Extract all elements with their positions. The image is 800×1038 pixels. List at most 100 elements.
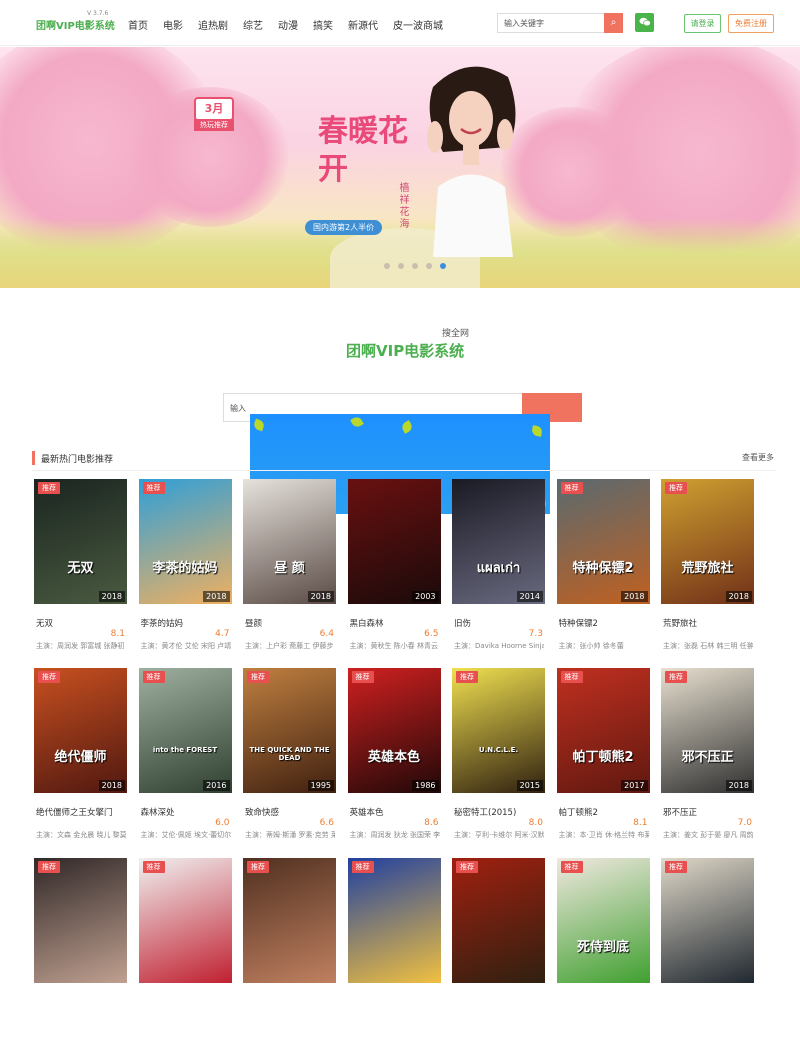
hero-banner[interactable]: 3月 热玩推荐 春暖花开 樯祥花海 国内游第2人半价 bbox=[0, 47, 800, 288]
poster-title-art: 李茶的姑妈 bbox=[152, 561, 218, 576]
movie-poster[interactable]: 荒野旅社 推荐 2018 bbox=[661, 479, 754, 604]
movie-poster[interactable]: 推荐 bbox=[138, 858, 232, 983]
slide-dot[interactable] bbox=[398, 263, 404, 269]
recommend-tag: 推荐 bbox=[38, 671, 60, 683]
movie-card[interactable]: 2003 黑白森林 6.5 主演：黄秋生 陈小春 林青云 ... bbox=[346, 479, 443, 659]
poster-title-art: แผลเก่า bbox=[476, 561, 521, 576]
recommend-tag: 推荐 bbox=[560, 861, 583, 873]
nav-item-shop[interactable]: 皮一波商城 bbox=[393, 17, 443, 32]
movie-poster[interactable]: 邪不压正 推荐 2018 bbox=[661, 668, 754, 793]
movie-title[interactable]: 李茶的姑妈 bbox=[141, 617, 231, 629]
movie-poster[interactable]: 特种保镖2 推荐 2018 bbox=[556, 479, 650, 604]
movie-title[interactable]: 英雄本色 bbox=[350, 806, 440, 818]
year-badge: 2018 bbox=[307, 591, 334, 602]
movie-card[interactable]: 荒野旅社 推荐 2018 荒野旅社 主演：张磊 石林 韩三明 任翀 ... bbox=[659, 479, 756, 659]
view-more-link[interactable]: 查看更多 bbox=[742, 452, 774, 463]
movie-card[interactable]: 邪不压正 推荐 2018 邪不压正 7.0 主演：姜文 彭于晏 廖凡 周韵 ..… bbox=[659, 668, 756, 848]
movie-cast: 主演：文森 金允晨 晓儿 黎莫... bbox=[36, 831, 126, 839]
movie-poster[interactable]: 推荐 bbox=[347, 858, 441, 983]
movie-title[interactable]: 无双 bbox=[36, 617, 126, 629]
poster-title-art: THE QUICK AND THE DEAD bbox=[249, 746, 330, 762]
movie-cast: 主演：艾伦·佩姬 埃文·蕾切尔·... bbox=[140, 831, 231, 839]
movie-title[interactable]: 帕丁顿熊2 bbox=[559, 806, 649, 818]
nav-item-new-source[interactable]: 新源代 bbox=[348, 17, 378, 32]
movie-score: 8.1 bbox=[633, 818, 648, 828]
movie-poster[interactable]: U.N.C.L.E. 推荐 2015 bbox=[452, 668, 545, 793]
movie-card[interactable]: 无双 推荐 2018 无双 8.1 主演：周润发 郭富城 张静初 ... bbox=[32, 479, 129, 659]
slide-dot[interactable] bbox=[412, 263, 418, 269]
movie-poster[interactable]: 绝代僵师 推荐 2018 bbox=[34, 668, 127, 793]
movie-title[interactable]: 森林深处 bbox=[141, 806, 231, 818]
slide-dot-active[interactable] bbox=[440, 263, 446, 269]
slide-dot[interactable] bbox=[384, 263, 390, 269]
movie-card[interactable]: 推荐 bbox=[659, 858, 756, 1038]
movie-poster[interactable]: 李茶的姑妈 推荐 2018 bbox=[138, 479, 232, 604]
movie-card[interactable]: 推荐 bbox=[241, 858, 338, 1038]
movie-card[interactable]: into the FOREST 推荐 2016 森林深处 6.0 主演：艾伦·佩… bbox=[137, 668, 234, 848]
movie-title[interactable]: 旧伤 bbox=[454, 617, 544, 629]
movie-title[interactable]: 特种保镖2 bbox=[559, 617, 649, 629]
nav-item-variety[interactable]: 综艺 bbox=[243, 17, 263, 32]
movie-card[interactable]: แผลเก่า 2014 旧伤 7.3 主演：Davika Hoorne Sin… bbox=[450, 479, 547, 659]
movie-card[interactable]: 特种保镖2 推荐 2018 特种保镖2 主演：张小帅 徐冬蕾 bbox=[555, 479, 652, 659]
movie-poster[interactable]: 帕丁顿熊2 推荐 2017 bbox=[556, 668, 650, 793]
movie-poster[interactable]: 英雄本色 推荐 1986 bbox=[347, 668, 441, 793]
header-search-button[interactable]: ⌕ bbox=[604, 13, 623, 33]
movie-card[interactable]: 推荐 bbox=[137, 858, 234, 1038]
movie-title[interactable]: 秘密特工(2015) bbox=[454, 806, 544, 818]
movie-card[interactable]: THE QUICK AND THE DEAD 推荐 1995 致命快感 6.6 … bbox=[241, 668, 338, 848]
year-badge: 1995 bbox=[307, 780, 334, 791]
site-logo[interactable]: 团啊VIP电影系统 bbox=[36, 17, 115, 32]
poster-title-art: 死侍到底 bbox=[576, 940, 629, 955]
movie-card[interactable]: 推荐 bbox=[346, 858, 443, 1038]
header-search-input[interactable]: 输入关键字 bbox=[497, 13, 605, 33]
wechat-button[interactable] bbox=[635, 13, 654, 32]
nav-item-comedy[interactable]: 搞笑 bbox=[313, 17, 333, 32]
movie-card[interactable]: U.N.C.L.E. 推荐 2015 秘密特工(2015) 8.0 主演：亨利·… bbox=[450, 668, 547, 848]
movie-title[interactable]: 致命快感 bbox=[245, 806, 335, 818]
month-badge: 3月 热玩推荐 bbox=[194, 97, 234, 131]
movie-title[interactable]: 昼颜 bbox=[245, 617, 335, 629]
movie-card[interactable]: 英雄本色 推荐 1986 英雄本色 8.6 主演：周润发 狄龙 张国荣 李... bbox=[346, 668, 443, 848]
register-button[interactable]: 免费注册 bbox=[728, 14, 774, 33]
slide-dot[interactable] bbox=[426, 263, 432, 269]
movie-poster[interactable]: 2003 bbox=[347, 479, 441, 604]
movie-poster[interactable]: 推荐 bbox=[661, 858, 754, 983]
nav-item-home[interactable]: 首页 bbox=[128, 17, 148, 32]
recommend-tag: 推荐 bbox=[560, 671, 583, 683]
movie-score: 6.0 bbox=[215, 818, 230, 828]
nav-item-anime[interactable]: 动漫 bbox=[278, 17, 298, 32]
movie-title[interactable]: 绝代僵师之王女擎门 bbox=[36, 806, 126, 818]
movie-poster[interactable]: 昼 颜 2018 bbox=[243, 479, 336, 604]
login-button[interactable]: 请登录 bbox=[684, 14, 721, 33]
movie-poster[interactable]: 推荐 bbox=[452, 858, 545, 983]
movie-poster[interactable]: 死侍到底 推荐 bbox=[556, 858, 650, 983]
movie-card[interactable]: 李茶的姑妈 推荐 2018 李茶的姑妈 4.7 主演：黄才伦 艾伦 宋阳 卢靖.… bbox=[137, 479, 234, 659]
banner-promo: 国内游第2人半价 bbox=[305, 220, 383, 235]
nav-item-movies[interactable]: 电影 bbox=[163, 17, 183, 32]
movie-card[interactable]: 死侍到底 推荐 bbox=[555, 858, 652, 1038]
movie-poster[interactable]: 无双 推荐 2018 bbox=[34, 479, 127, 604]
movie-card[interactable]: 绝代僵师 推荐 2018 绝代僵师之王女擎门 主演：文森 金允晨 晓儿 黎莫..… bbox=[32, 668, 129, 848]
leaf-decoration bbox=[252, 418, 266, 432]
poster-title-art: 荒野旅社 bbox=[681, 561, 734, 576]
movie-card[interactable]: 帕丁顿熊2 推荐 2017 帕丁顿熊2 8.1 主演：本·卫肖 休·格兰特 布莱… bbox=[555, 668, 652, 848]
nav-item-dramas[interactable]: 追热剧 bbox=[198, 17, 228, 32]
movie-title[interactable]: 邪不压正 bbox=[663, 806, 753, 818]
movie-poster[interactable]: 推荐 bbox=[243, 858, 336, 983]
movie-card[interactable]: 推荐 bbox=[32, 858, 129, 1038]
movie-cast: 主演：张磊 石林 韩三明 任翀 ... bbox=[663, 642, 753, 650]
model-illustration bbox=[427, 66, 516, 257]
movie-poster[interactable]: into the FOREST 推荐 2016 bbox=[138, 668, 232, 793]
recommend-tag: 推荐 bbox=[456, 671, 478, 683]
movie-card[interactable]: 推荐 bbox=[450, 858, 547, 1038]
leaf-decoration bbox=[350, 415, 364, 429]
movie-title[interactable]: 黑白森林 bbox=[350, 617, 440, 629]
movie-title[interactable]: 荒野旅社 bbox=[663, 617, 753, 629]
movie-poster[interactable]: 推荐 bbox=[34, 858, 127, 983]
movie-card[interactable]: 昼 颜 2018 昼颜 6.4 主演：上户彩 斋藤工 伊藤步 ... bbox=[241, 479, 338, 659]
movie-poster[interactable]: แผลเก่า 2014 bbox=[452, 479, 545, 604]
section-divider bbox=[32, 470, 776, 471]
recommend-tag: 推荐 bbox=[665, 482, 687, 494]
movie-poster[interactable]: THE QUICK AND THE DEAD 推荐 1995 bbox=[243, 668, 336, 793]
